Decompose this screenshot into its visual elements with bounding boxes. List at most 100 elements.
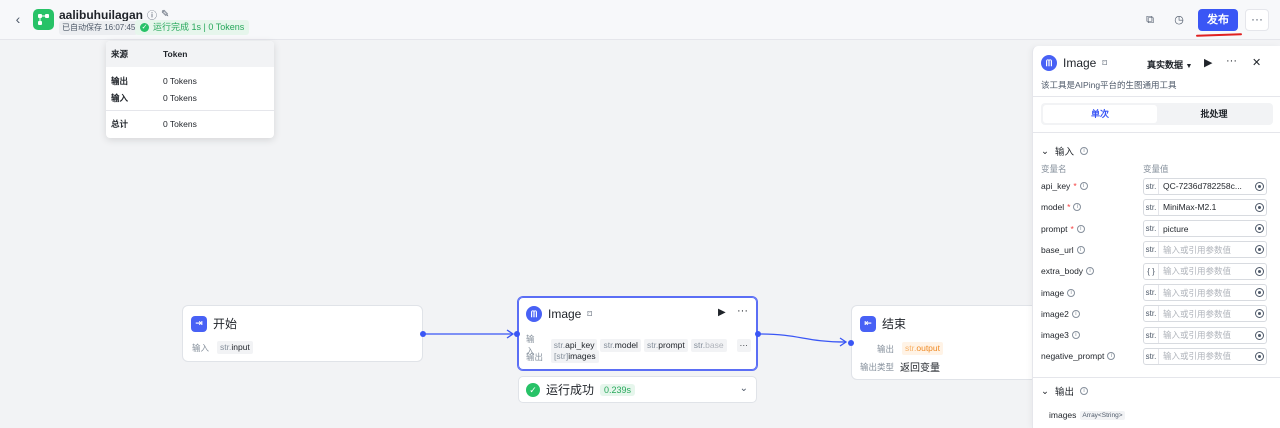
param-name: image i — [1041, 288, 1143, 298]
param-value[interactable]: MiniMax-M2.1 — [1159, 202, 1253, 212]
tab-single[interactable]: 单次 — [1043, 105, 1157, 123]
info-icon: i — [1067, 288, 1076, 297]
run-icon[interactable]: ▶ — [1204, 57, 1212, 69]
info-icon: i — [1071, 309, 1080, 318]
reference-target-icon[interactable] — [1255, 245, 1264, 255]
image-node-outputs: 输出 [str]images — [526, 350, 602, 363]
image-tool-icon: ᗰ — [526, 306, 542, 322]
param-value[interactable]: 输入或引用参数值 — [1159, 244, 1253, 256]
info-icon: i — [1073, 203, 1082, 212]
output-type-label: 输出类型 — [860, 361, 895, 372]
image-node[interactable]: ᗰ Image ⌑ ▶ ··· 输入 str.api_key str.model… — [514, 296, 761, 371]
required-mark: * — [1073, 181, 1077, 191]
param-name-text: image3 — [1041, 330, 1069, 341]
output-section-title: 输出 — [1054, 387, 1074, 398]
param-row: negative_prompt i str. 输入或引用参数值 — [1041, 347, 1267, 365]
param-value[interactable]: 输入或引用参数值 — [1159, 287, 1253, 299]
param-name: extra_body i — [1041, 266, 1143, 276]
info-icon: i — [1076, 224, 1085, 233]
chevron-down-icon[interactable]: ⌄ — [740, 383, 748, 394]
more-params-tag[interactable]: ··· — [736, 338, 751, 352]
param-type: str. — [1144, 285, 1159, 300]
start-node-header: ⇥ 开始 — [191, 315, 237, 332]
param-value[interactable]: picture — [1159, 224, 1253, 234]
bookmark-icon: ⌑ — [1102, 57, 1107, 68]
param-name-text: image2 — [1041, 308, 1069, 319]
param-value-field[interactable]: str. 输入或引用参数值 — [1143, 305, 1267, 323]
param-value-field[interactable]: { } 输入或引用参数值 — [1143, 262, 1267, 280]
run-node-icon[interactable]: ▶ — [718, 307, 726, 318]
end-node-icon: ⇤ — [860, 315, 876, 332]
param-value-field[interactable]: str. 输入或引用参数值 — [1143, 347, 1267, 365]
param-value-field[interactable]: str. 输入或引用参数值 — [1143, 241, 1267, 259]
reference-target-icon[interactable] — [1255, 351, 1264, 361]
reference-target-icon[interactable] — [1255, 202, 1264, 212]
param-name: base_url i — [1041, 245, 1143, 255]
output-section-header[interactable]: ⌄ 输出 i — [1041, 384, 1088, 398]
reference-target-icon[interactable] — [1255, 309, 1264, 319]
param-name: api_key * i — [1041, 181, 1143, 191]
close-icon[interactable]: ✕ — [1252, 57, 1261, 69]
reference-target-icon[interactable] — [1255, 266, 1264, 276]
output-port[interactable] — [420, 331, 426, 337]
output-var-name: images — [1049, 410, 1077, 420]
param-value[interactable]: QC-7236d782258c... — [1159, 181, 1253, 191]
param-row: image3 i str. 输入或引用参数值 — [1041, 326, 1267, 344]
start-node-inputs: 输入 str.input — [192, 341, 256, 354]
input-port[interactable] — [848, 340, 854, 346]
info-icon: i — [1076, 245, 1085, 254]
param-name: image2 i — [1041, 309, 1143, 319]
image-node-header: ᗰ Image ⌑ — [526, 306, 592, 322]
param-row: prompt * i str. picture — [1041, 220, 1267, 238]
output-label: 输出 — [877, 343, 895, 354]
param-tag: str.base — [690, 338, 727, 352]
param-row: image i str. 输入或引用参数值 — [1041, 284, 1267, 302]
param-type: str. — [1144, 221, 1159, 237]
param-value-field[interactable]: str. picture — [1143, 220, 1267, 238]
param-type: { } — [1144, 263, 1159, 279]
param-name-text: image — [1041, 287, 1065, 298]
input-label: 输入 — [192, 342, 210, 353]
param-value[interactable]: 输入或引用参数值 — [1159, 308, 1253, 320]
run-result-time: 0.239s — [600, 383, 636, 396]
param-value[interactable]: 输入或引用参数值 — [1159, 350, 1253, 362]
input-section-header[interactable]: ⌄ 输入 i — [1041, 144, 1088, 158]
output-type-value: 返回变量 — [900, 363, 941, 374]
param-value-field[interactable]: str. 输入或引用参数值 — [1143, 326, 1267, 344]
info-icon: i — [1079, 182, 1088, 190]
param-type: str. — [1144, 199, 1159, 215]
input-port[interactable] — [514, 331, 520, 337]
param-value-field[interactable]: str. 输入或引用参数值 — [1143, 284, 1267, 301]
mode-tabs: 单次 批处理 — [1041, 103, 1273, 125]
chevron-down-icon: ⌄ — [1041, 145, 1049, 157]
start-node[interactable]: ⇥ 开始 输入 str.input — [182, 305, 426, 362]
divider — [1033, 96, 1280, 97]
reference-target-icon[interactable] — [1255, 181, 1264, 191]
param-value-field[interactable]: str. QC-7236d782258c... — [1143, 177, 1267, 195]
param-value[interactable]: 输入或引用参数值 — [1159, 265, 1253, 277]
end-node-title: 结束 — [882, 317, 907, 331]
param-type: str. — [1144, 348, 1159, 364]
param-value-field[interactable]: str. MiniMax-M2.1 — [1143, 198, 1267, 216]
output-port[interactable] — [755, 331, 761, 337]
reference-target-icon[interactable] — [1255, 330, 1264, 340]
param-tag: str.prompt — [643, 338, 688, 352]
end-node-header: ⇤ 结束 — [860, 315, 906, 332]
reference-target-icon[interactable] — [1255, 224, 1264, 234]
param-value[interactable]: 输入或引用参数值 — [1159, 329, 1253, 341]
param-name-text: api_key — [1041, 181, 1071, 191]
info-icon: i — [1086, 267, 1095, 276]
tab-batch[interactable]: 批处理 — [1157, 105, 1271, 123]
info-icon: i — [1079, 147, 1088, 155]
param-row: image2 i str. 输入或引用参数值 — [1041, 305, 1267, 323]
param-tag: str.model — [600, 338, 641, 352]
panel-more-icon[interactable]: ··· — [1226, 55, 1237, 67]
end-node[interactable]: ⇤ 结束 输出 str.output 输出类型 返回变量 — [848, 305, 1041, 380]
node-more-icon[interactable]: ··· — [737, 305, 748, 317]
run-result-card[interactable]: ✓ 运行成功 0.239s ⌄ — [518, 376, 757, 403]
data-mode-select[interactable]: 真实数据 ▼ — [1147, 58, 1192, 71]
param-row: base_url i str. 输入或引用参数值 — [1041, 241, 1267, 259]
success-check-icon: ✓ — [526, 382, 540, 397]
param-name: model * i — [1041, 202, 1143, 212]
reference-target-icon[interactable] — [1255, 288, 1264, 297]
